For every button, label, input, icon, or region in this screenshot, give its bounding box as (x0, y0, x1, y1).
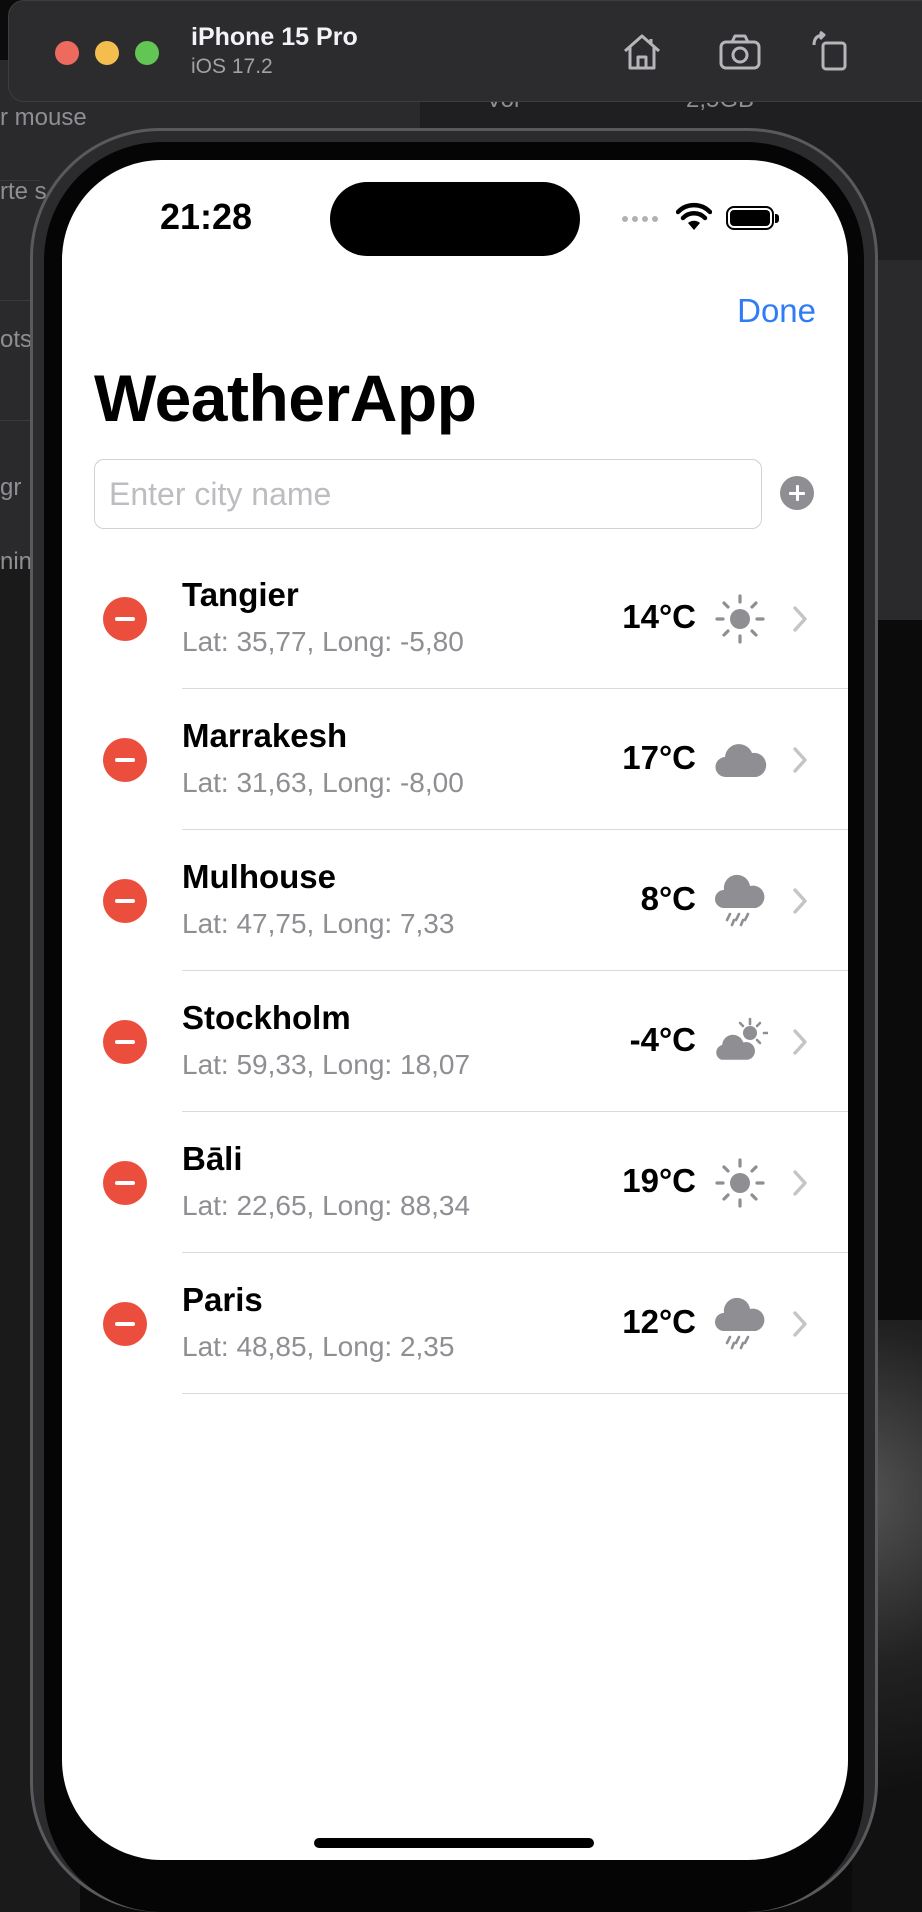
rotate-device-icon[interactable] (807, 29, 853, 75)
delete-city-button[interactable] (103, 738, 147, 782)
phone-screen: 21:28 Done WeatherApp Tangier Lat: 35,77,… (62, 160, 848, 1860)
city-temperature: 12°C (622, 1303, 696, 1340)
chevron-right-icon (793, 606, 807, 632)
city-temperature: 17°C (622, 739, 696, 776)
city-row[interactable]: Marrakesh Lat: 31,63, Long: -8,00 17°C (62, 689, 848, 830)
city-temperature: 8°C (640, 880, 696, 917)
home-icon[interactable] (619, 29, 665, 75)
city-name: Stockholm (182, 999, 351, 1036)
chevron-right-icon (793, 1029, 807, 1055)
city-name: Paris (182, 1281, 263, 1318)
minimize-window-button[interactable] (95, 41, 119, 65)
cellular-signal-icon (622, 216, 658, 222)
done-button[interactable]: Done (737, 292, 816, 330)
city-coordinates: Lat: 48,85, Long: 2,35 (182, 1331, 455, 1362)
screenshot-camera-icon[interactable] (717, 29, 763, 75)
chevron-right-icon (793, 747, 807, 773)
city-temperature: -4°C (629, 1021, 696, 1058)
city-coordinates: Lat: 47,75, Long: 7,33 (182, 908, 455, 939)
city-name: Marrakesh (182, 717, 348, 754)
cloud-sun-icon (712, 1015, 770, 1069)
delete-city-button[interactable] (103, 1020, 147, 1064)
background-text: nin (0, 548, 33, 575)
zoom-window-button[interactable] (135, 41, 159, 65)
home-indicator[interactable] (314, 1838, 594, 1848)
city-name: Bāli (182, 1140, 243, 1177)
city-row[interactable]: Mulhouse Lat: 47,75, Long: 7,33 8°C (62, 830, 848, 971)
chevron-right-icon (793, 1170, 807, 1196)
dynamic-island (330, 182, 580, 256)
delete-city-button[interactable] (103, 1161, 147, 1205)
city-name: Mulhouse (182, 858, 336, 895)
cloud-rain-icon (712, 874, 768, 928)
city-row[interactable]: Bāli Lat: 22,65, Long: 88,34 19°C (62, 1112, 848, 1253)
add-city-button[interactable] (780, 476, 814, 510)
simulator-os-version: iOS 17.2 (191, 55, 273, 78)
city-list: Tangier Lat: 35,77, Long: -5,80 14°C Marrak… (62, 548, 848, 1394)
city-coordinates: Lat: 22,65, Long: 88,34 (182, 1190, 471, 1221)
cloud-rain-icon (712, 1297, 768, 1351)
delete-city-button[interactable] (103, 1302, 147, 1346)
city-coordinates: Lat: 59,33, Long: 18,07 (182, 1049, 471, 1080)
cloud-icon (712, 733, 768, 787)
page-title: WeatherApp (94, 361, 477, 435)
sun-icon (712, 1156, 768, 1210)
close-window-button[interactable] (55, 41, 79, 65)
simulator-title-bar: iPhone 15 Pro iOS 17.2 (8, 0, 922, 102)
background-text: gr (0, 474, 22, 501)
sun-icon (712, 592, 768, 646)
status-time: 21:28 (160, 196, 253, 237)
simulator-device-name: iPhone 15 Pro (191, 23, 358, 51)
city-coordinates: Lat: 35,77, Long: -5,80 (182, 626, 464, 657)
background-text: r mouse (0, 104, 87, 131)
chevron-right-icon (793, 1311, 807, 1337)
city-temperature: 19°C (622, 1162, 696, 1199)
battery-icon (726, 206, 779, 230)
delete-city-button[interactable] (103, 879, 147, 923)
delete-city-button[interactable] (103, 597, 147, 641)
city-row[interactable]: Tangier Lat: 35,77, Long: -5,80 14°C (62, 548, 848, 689)
background-text: rte s (0, 178, 47, 205)
city-name: Tangier (182, 576, 299, 613)
chevron-right-icon (793, 888, 807, 914)
city-temperature: 14°C (622, 598, 696, 635)
background-text: ots (0, 326, 33, 353)
wifi-icon (676, 202, 712, 230)
city-name-input[interactable] (94, 459, 762, 529)
city-coordinates: Lat: 31,63, Long: -8,00 (182, 767, 464, 798)
city-row[interactable]: Paris Lat: 48,85, Long: 2,35 12°C (62, 1253, 848, 1394)
city-row[interactable]: Stockholm Lat: 59,33, Long: 18,07 -4°C (62, 971, 848, 1112)
status-icons (622, 200, 792, 240)
row-divider (182, 1392, 848, 1394)
